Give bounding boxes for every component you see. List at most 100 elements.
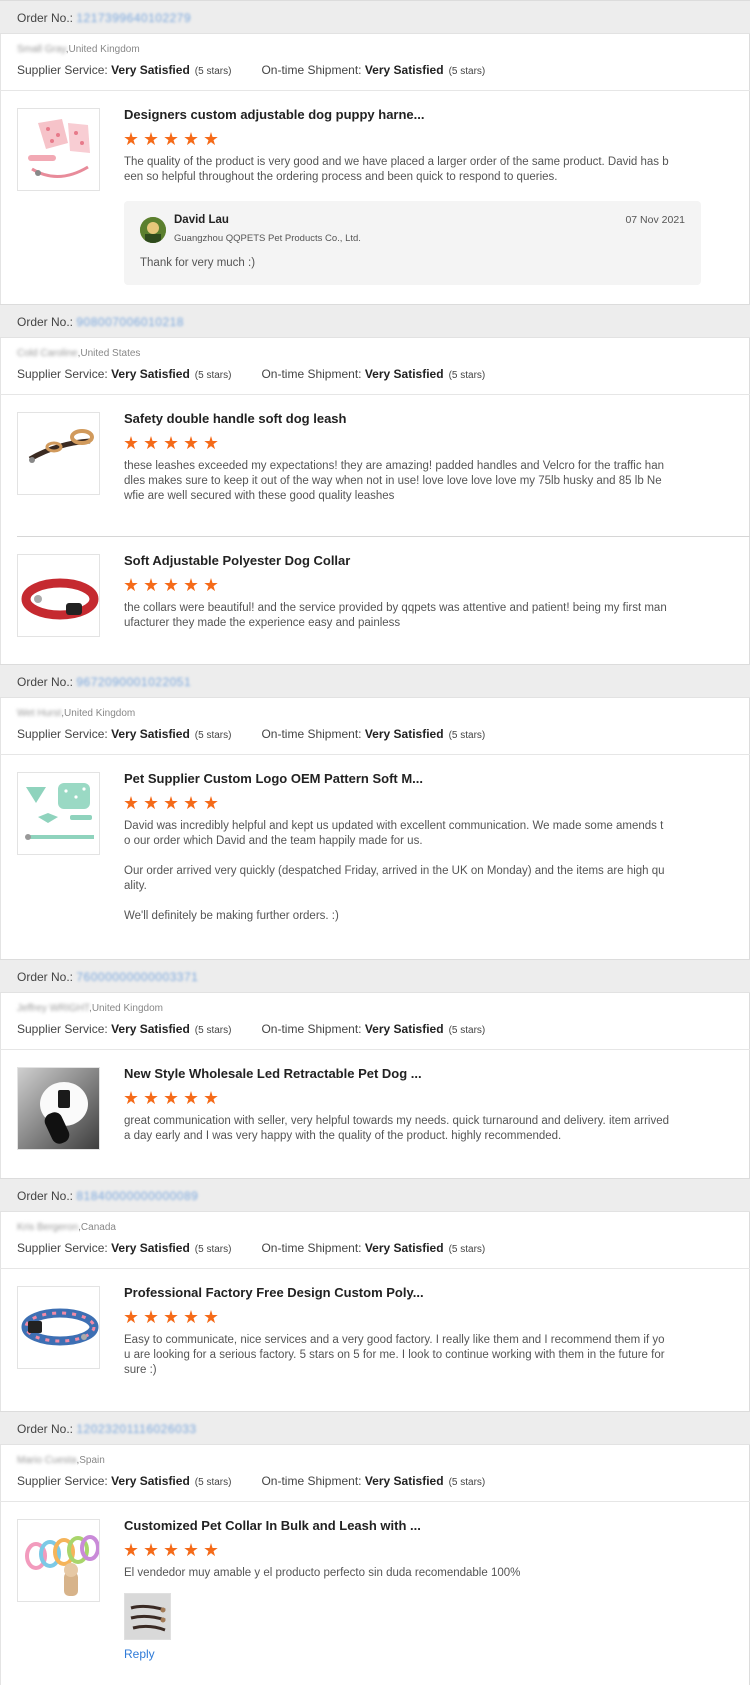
star-icon xyxy=(144,132,158,146)
divider xyxy=(0,1268,750,1269)
star-icon xyxy=(124,1310,138,1324)
order-no-value[interactable]: 908007006010218 xyxy=(76,315,184,329)
reply-date: 07 Nov 2021 xyxy=(625,214,685,226)
service-ratings: Supplier Service: Very Satisfied (5 stars… xyxy=(17,1022,486,1036)
star-icon xyxy=(184,436,198,450)
buyer-info: Cold Caroline,United States xyxy=(17,348,141,359)
order-no-label: Order No.: xyxy=(17,11,74,25)
star-rating xyxy=(124,1091,224,1107)
star-icon xyxy=(204,1310,218,1324)
divider xyxy=(0,1501,750,1502)
star-icon xyxy=(184,1091,198,1105)
green-pattern-harness-set-image[interactable] xyxy=(17,772,100,855)
review-comment: Easy to communicate, nice services and a… xyxy=(124,1334,665,1376)
product-title[interactable]: Pet Supplier Custom Logo OEM Pattern Sof… xyxy=(124,771,423,786)
star-icon xyxy=(144,578,158,592)
service-ratings: Supplier Service: Very Satisfied (5 stars… xyxy=(17,367,486,381)
order-header: Order No.: 81840000000000089 xyxy=(0,1178,750,1212)
divider xyxy=(17,536,750,537)
star-icon xyxy=(204,796,218,810)
star-rating xyxy=(124,1543,224,1559)
order-no-label: Order No.: xyxy=(17,1422,74,1436)
buyer-info: Mario Cuesta,Spain xyxy=(17,1455,105,1466)
star-icon xyxy=(124,1543,138,1557)
star-icon xyxy=(184,132,198,146)
divider xyxy=(0,754,750,755)
star-icon xyxy=(144,796,158,810)
order-no-label: Order No.: xyxy=(17,675,74,689)
star-icon xyxy=(124,578,138,592)
order-header: Order No.: 1217399640102279 xyxy=(0,0,750,34)
star-icon xyxy=(164,1543,178,1557)
product-title[interactable]: Safety double handle soft dog leash xyxy=(124,411,346,426)
divider xyxy=(0,90,750,91)
star-icon xyxy=(184,796,198,810)
star-icon xyxy=(144,1543,158,1557)
reply-text: Thank for very much :) xyxy=(140,257,256,269)
order-block: Order No.: 908007006010218 Cold Caroline… xyxy=(0,304,750,637)
printed-collar-image[interactable] xyxy=(17,1286,100,1369)
star-icon xyxy=(164,436,178,450)
reply-author: David Lau xyxy=(174,214,229,226)
star-icon xyxy=(144,436,158,450)
buyer-info: Small Gray,United Kingdom xyxy=(17,44,140,55)
star-rating xyxy=(124,132,224,148)
star-rating xyxy=(124,796,224,812)
star-icon xyxy=(164,1310,178,1324)
review-comment: great communication with seller, very he… xyxy=(124,1115,670,1142)
divider xyxy=(0,1049,750,1050)
service-ratings: Supplier Service: Very Satisfied (5 stars… xyxy=(17,1241,486,1255)
product-title[interactable]: New Style Wholesale Led Retractable Pet … xyxy=(124,1066,422,1081)
order-block: Order No.: 81840000000000089 Kris Berger… xyxy=(0,1178,750,1376)
star-icon xyxy=(124,796,138,810)
review-comment: The quality of the product is very good … xyxy=(124,156,669,183)
order-no-value[interactable]: 81840000000000089 xyxy=(76,1189,198,1203)
order-no-value[interactable]: 76000000000003371 xyxy=(76,970,198,984)
product-title[interactable]: Soft Adjustable Polyester Dog Collar xyxy=(124,553,350,568)
supplier-reply: David Lau Guangzhou QQPETS Pet Products … xyxy=(124,201,701,285)
order-block: Order No.: 12023201116026033 Mario Cuest… xyxy=(0,1411,750,1661)
star-rating xyxy=(124,1310,224,1326)
buyer-info: Kris Bergeron,Canada xyxy=(17,1222,116,1233)
review-comment: these leashes exceeded my expectations! … xyxy=(124,460,664,502)
pink-dog-harness-image[interactable] xyxy=(17,108,100,191)
order-header: Order No.: 76000000000003371 xyxy=(0,959,750,993)
reply-company: Guangzhou QQPETS Pet Products Co., Ltd. xyxy=(174,233,361,244)
star-icon xyxy=(204,1543,218,1557)
review-comment: the collars were beautiful! and the serv… xyxy=(124,602,667,629)
review-photo-leashes[interactable] xyxy=(124,1593,171,1640)
order-header: Order No.: 12023201116026033 xyxy=(0,1411,750,1445)
reply-button[interactable]: Reply xyxy=(124,1647,155,1661)
order-no-label: Order No.: xyxy=(17,315,74,329)
star-icon xyxy=(164,796,178,810)
order-no-value[interactable]: 12023201116026033 xyxy=(76,1422,196,1436)
double-handle-leash-image[interactable] xyxy=(17,412,100,495)
star-rating xyxy=(124,436,224,452)
order-block: Order No.: 1217399640102279 Small Gray,U… xyxy=(0,0,750,285)
order-header: Order No.: 908007006010218 xyxy=(0,304,750,338)
retractable-leash-image[interactable] xyxy=(17,1067,100,1150)
avatar xyxy=(140,217,166,243)
product-title[interactable]: Professional Factory Free Design Custom … xyxy=(124,1285,424,1300)
red-collar-image[interactable] xyxy=(17,554,100,637)
buyer-info: Jeffrey WRIGHT,United Kingdom xyxy=(17,1003,163,1014)
review-comment: El vendedor muy amable y el producto per… xyxy=(124,1567,521,1579)
buyer-info: Wet Hurst,United Kingdom xyxy=(17,708,136,719)
star-icon xyxy=(164,1091,178,1105)
order-no-label: Order No.: xyxy=(17,1189,74,1203)
star-icon xyxy=(124,1091,138,1105)
star-icon xyxy=(144,1091,158,1105)
star-icon xyxy=(204,578,218,592)
star-icon xyxy=(124,436,138,450)
order-no-value[interactable]: 9672090001022051 xyxy=(76,675,191,689)
star-icon xyxy=(204,436,218,450)
review-comment: David was incredibly helpful and kept us… xyxy=(124,820,665,922)
divider xyxy=(0,394,750,395)
product-title[interactable]: Designers custom adjustable dog puppy ha… xyxy=(124,107,425,122)
service-ratings: Supplier Service: Very Satisfied (5 stars… xyxy=(17,727,486,741)
product-title[interactable]: Customized Pet Collar In Bulk and Leash … xyxy=(124,1518,421,1533)
order-block: Order No.: 76000000000003371 Jeffrey WRI… xyxy=(0,959,750,1150)
order-no-value[interactable]: 1217399640102279 xyxy=(76,11,191,25)
collar-set-bulk-image[interactable] xyxy=(17,1519,100,1602)
star-rating xyxy=(124,578,224,594)
